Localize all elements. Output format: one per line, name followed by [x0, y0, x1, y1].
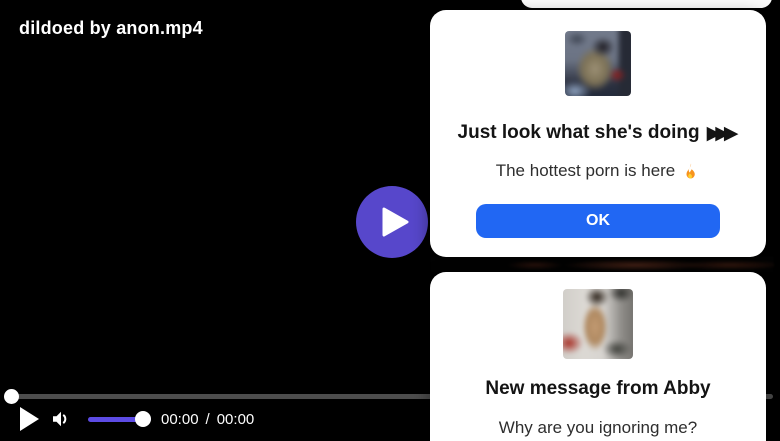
popup1-thumbnail-image: [565, 31, 631, 96]
video-title: dildoed by anon.mp4: [19, 18, 203, 39]
popup1-title: Just look what she's doing ▶▶▶: [430, 122, 766, 144]
popup1-subtitle: The hottest porn is here: [430, 161, 766, 181]
volume-slider[interactable]: [88, 417, 151, 422]
popup1-subtitle-text: The hottest porn is here: [496, 161, 676, 181]
popup2-thumbnail-image: [563, 289, 633, 359]
popup2-thumbnail[interactable]: [563, 289, 633, 359]
time-separator: /: [206, 411, 210, 428]
popup1-thumbnail[interactable]: [565, 31, 631, 96]
popup-ad-2[interactable]: New message from Abby Why are you ignori…: [430, 272, 766, 441]
video-player-page: dildoed by anon.mp4 00:00 / 00:00: [0, 0, 780, 441]
popup2-message: Why are you ignoring me?: [430, 418, 766, 438]
time-display: 00:00 / 00:00: [161, 411, 254, 428]
popup2-title: New message from Abby: [430, 378, 766, 400]
popup-card-behind[interactable]: [521, 0, 772, 8]
play-icon: [18, 406, 40, 432]
ok-button[interactable]: OK: [476, 204, 720, 238]
speaker-icon: [49, 407, 73, 431]
video-frame-peek: [430, 256, 774, 273]
popup1-title-text: Just look what she's doing: [458, 122, 700, 144]
fire-icon: [682, 162, 700, 180]
play-icon: [382, 207, 409, 237]
popup-ad-1[interactable]: Just look what she's doing ▶▶▶ The hotte…: [430, 10, 766, 257]
volume-button[interactable]: [48, 406, 74, 432]
triple-arrow-icon: ▶▶▶: [707, 122, 739, 144]
seek-thumb[interactable]: [4, 389, 19, 404]
volume-thumb[interactable]: [135, 411, 151, 427]
big-play-button[interactable]: [356, 186, 428, 258]
current-time: 00:00: [161, 411, 199, 428]
duration: 00:00: [217, 411, 255, 428]
play-button[interactable]: [14, 404, 44, 434]
